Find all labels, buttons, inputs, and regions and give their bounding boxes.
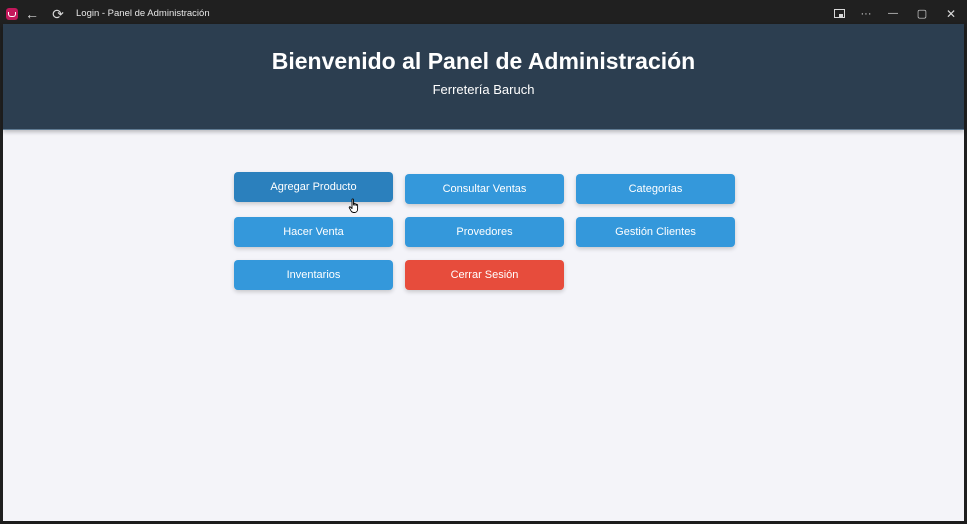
refresh-icon[interactable]: ⟳ bbox=[48, 4, 68, 24]
title-bar: ← ⟳ Login - Panel de Administración ··· … bbox=[0, 0, 967, 27]
page-content: Bienvenido al Panel de Administración Fe… bbox=[3, 24, 964, 521]
more-options-icon[interactable]: ··· bbox=[856, 4, 876, 24]
app-window: ← ⟳ Login - Panel de Administración ··· … bbox=[0, 0, 967, 524]
inventarios-button[interactable]: Inventarios bbox=[234, 260, 393, 290]
consultar-ventas-button[interactable]: Consultar Ventas bbox=[405, 174, 564, 204]
provedores-button[interactable]: Provedores bbox=[405, 217, 564, 247]
close-icon[interactable]: ✕ bbox=[941, 4, 961, 24]
agregar-producto-button[interactable]: Agregar Producto bbox=[234, 172, 393, 202]
back-arrow-icon[interactable]: ← bbox=[22, 4, 42, 24]
hand-pointer-icon bbox=[348, 198, 359, 213]
maximize-icon[interactable]: ▢ bbox=[912, 4, 932, 24]
gestion-clientes-button[interactable]: Gestión Clientes bbox=[576, 217, 735, 247]
company-name: Ferretería Baruch bbox=[432, 82, 535, 97]
page-header: Bienvenido al Panel de Administración Fe… bbox=[3, 24, 964, 130]
window-title: Login - Panel de Administración bbox=[76, 8, 210, 19]
cast-icon[interactable] bbox=[829, 4, 849, 24]
cerrar-sesion-button[interactable]: Cerrar Sesión bbox=[405, 260, 564, 290]
hacer-venta-button[interactable]: Hacer Venta bbox=[234, 217, 393, 247]
page-title: Bienvenido al Panel de Administración bbox=[271, 48, 696, 74]
app-icon bbox=[6, 8, 18, 20]
categorias-button[interactable]: Categorías bbox=[576, 174, 735, 204]
minimize-icon[interactable]: — bbox=[883, 4, 903, 24]
